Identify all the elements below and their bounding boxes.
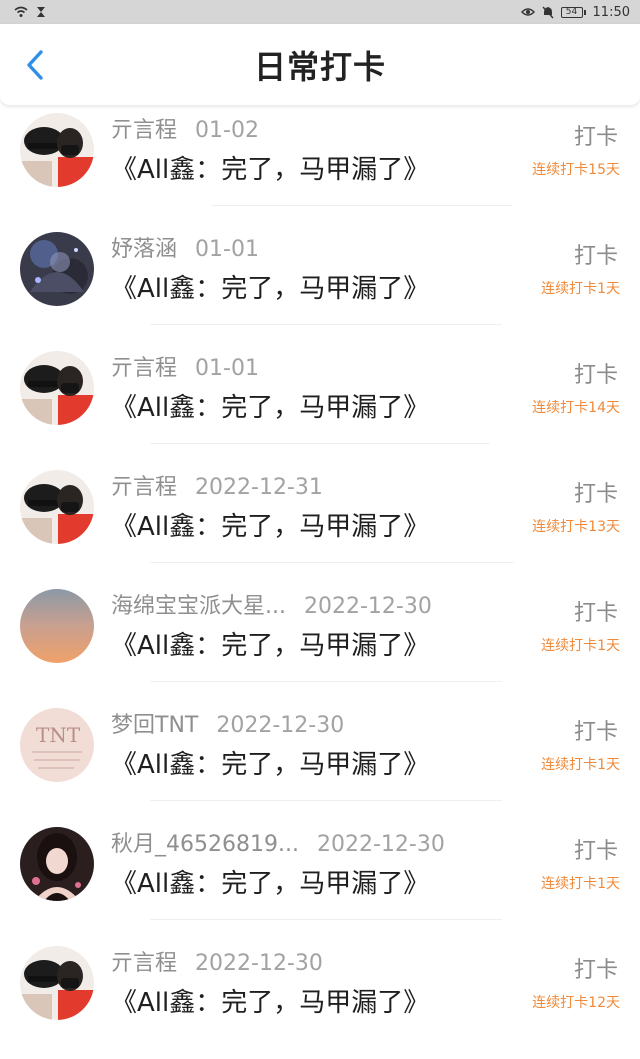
divider [150,562,514,563]
hourglass-icon [34,5,48,19]
mute-icon [541,5,555,19]
streak-label: 连续打卡13天 [532,519,620,535]
streak-label: 连续打卡15天 [532,162,620,178]
list-item[interactable]: 亓言程 2022-12-30 《All鑫：完了，马甲漏了》 打卡 连续打卡12天 [0,940,640,1059]
username: 亓言程 [111,118,178,143]
record-date: 01-02 [195,118,259,143]
record-date: 01-01 [195,237,259,262]
divider [150,443,490,444]
username: 梦回TNT [111,713,199,738]
record-content: 《All鑫：完了，马甲漏了》 [111,393,430,423]
divider [150,324,502,325]
record-meta: 秋月_46526819... 2022-12-30 [111,826,445,858]
username: 亓言程 [111,951,178,976]
divider [150,681,502,682]
streak-label: 连续打卡1天 [541,876,620,892]
status-bar: 54 11:50 [0,0,640,24]
record-meta: 梦回TNT 2022-12-30 [111,707,344,739]
list-item[interactable]: 妤落涵 01-01 《All鑫：完了，马甲漏了》 打卡 连续打卡1天 [0,226,640,345]
avatar[interactable] [20,946,94,1020]
checkin-button[interactable]: 打卡 [574,238,618,270]
list-item[interactable]: 亓言程 01-02 《All鑫：完了，马甲漏了》 打卡 连续打卡15天 [0,107,640,226]
divider [150,800,502,801]
streak-label: 连续打卡14天 [532,400,620,416]
record-content: 《All鑫：完了，马甲漏了》 [111,988,430,1018]
checkin-button[interactable]: 打卡 [574,476,618,508]
username: 海绵宝宝派大星... [111,594,286,619]
record-content: 《All鑫：完了，马甲漏了》 [111,869,430,899]
record-date: 01-01 [195,356,259,381]
checkin-button[interactable]: 打卡 [574,714,618,746]
avatar[interactable] [20,232,94,306]
status-time: 11:50 [592,4,630,20]
avatar[interactable] [20,589,94,663]
streak-label: 连续打卡1天 [541,638,620,654]
checkin-button[interactable]: 打卡 [574,952,618,984]
list-item[interactable]: 亓言程 01-01 《All鑫：完了，马甲漏了》 打卡 连续打卡14天 [0,345,640,464]
record-meta: 亓言程 01-01 [111,350,259,382]
svg-text:TNT: TNT [36,723,81,747]
checkin-button[interactable]: 打卡 [574,119,618,151]
streak-label: 连续打卡1天 [541,757,620,773]
battery-icon: 54 [560,6,586,18]
record-meta: 亓言程 2022-12-30 [111,945,323,977]
username: 亓言程 [111,475,178,500]
avatar[interactable] [20,827,94,901]
avatar[interactable] [20,470,94,544]
username: 亓言程 [111,356,178,381]
streak-label: 连续打卡1天 [541,281,620,297]
record-meta: 亓言程 2022-12-31 [111,469,323,501]
checkin-list: 亓言程 01-02 《All鑫：完了，马甲漏了》 打卡 连续打卡15天 妤落涵 01… [0,107,640,1059]
checkin-button[interactable]: 打卡 [574,357,618,389]
streak-label: 连续打卡12天 [532,995,620,1011]
username: 妤落涵 [111,237,178,262]
app-header: 日常打卡 [0,24,640,106]
record-date: 2022-12-30 [316,832,445,857]
record-date: 2022-12-30 [195,951,323,976]
divider [150,919,502,920]
divider [212,205,512,206]
record-date: 2022-12-31 [195,475,323,500]
list-item[interactable]: 亓言程 2022-12-31 《All鑫：完了，马甲漏了》 打卡 连续打卡13天 [0,464,640,583]
checkin-button[interactable]: 打卡 [574,595,618,627]
record-meta: 亓言程 01-02 [111,112,259,144]
wifi-icon [14,5,28,19]
list-item[interactable]: 秋月_46526819... 2022-12-30 《All鑫：完了，马甲漏了》 … [0,821,640,940]
record-content: 《All鑫：完了，马甲漏了》 [111,631,430,661]
record-date: 2022-12-30 [303,594,432,619]
avatar[interactable] [20,113,94,187]
record-content: 《All鑫：完了，马甲漏了》 [111,750,430,780]
record-content: 《All鑫：完了，马甲漏了》 [111,512,430,542]
avatar[interactable]: TNT [20,708,94,782]
list-item[interactable]: 海绵宝宝派大星... 2022-12-30 《All鑫：完了，马甲漏了》 打卡 连… [0,583,640,702]
list-item[interactable]: TNT 梦回TNT 2022-12-30 《All鑫：完了，马甲漏了》 打卡 连续… [0,702,640,821]
record-date: 2022-12-30 [216,713,345,738]
record-meta: 海绵宝宝派大星... 2022-12-30 [111,588,432,620]
record-content: 《All鑫：完了，马甲漏了》 [111,274,430,304]
record-content: 《All鑫：完了，马甲漏了》 [111,155,430,185]
username: 秋月_46526819... [111,832,299,857]
checkin-button[interactable]: 打卡 [574,833,618,865]
avatar[interactable] [20,351,94,425]
record-meta: 妤落涵 01-01 [111,231,259,263]
eye-icon [520,5,535,19]
page-title: 日常打卡 [253,48,386,86]
